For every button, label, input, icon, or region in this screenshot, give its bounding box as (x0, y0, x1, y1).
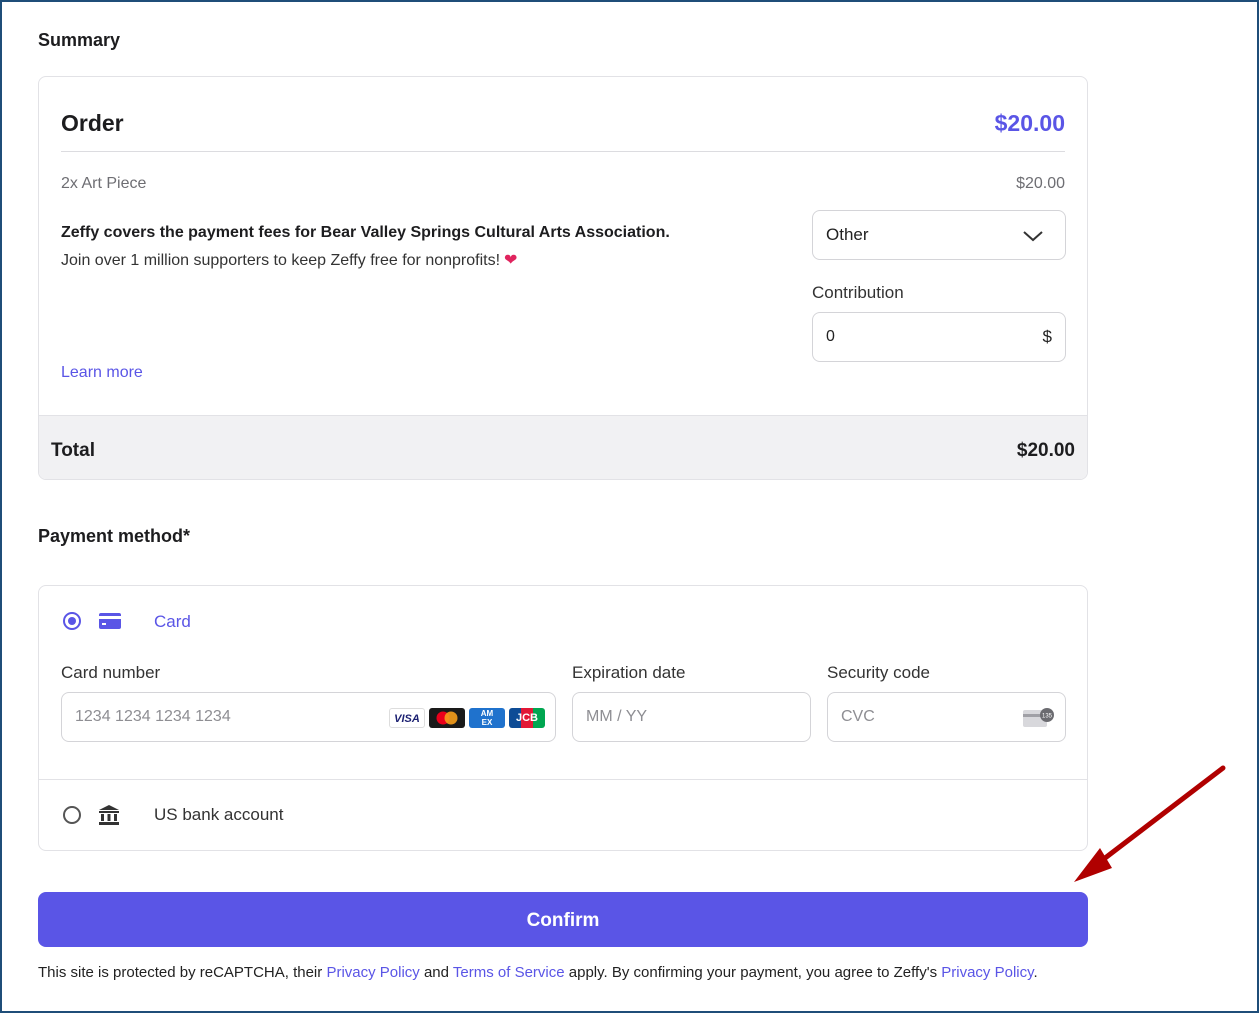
expiration-placeholder: MM / YY (586, 708, 648, 725)
line-item-price: $20.00 (1016, 175, 1065, 192)
contribution-label: Contribution (812, 283, 904, 302)
visa-icon: VISA (389, 708, 425, 728)
card-number-placeholder: 1234 1234 1234 1234 (75, 708, 231, 725)
zeffy-privacy-link[interactable]: Privacy Policy (941, 964, 1033, 981)
tip-select[interactable]: Other (812, 210, 1066, 260)
order-divider (61, 151, 1065, 152)
security-code-label: Security code (827, 663, 930, 682)
card-option-label[interactable]: Card (154, 612, 191, 632)
total-label: Total (51, 440, 95, 461)
mastercard-icon (429, 708, 465, 728)
jcb-icon: JCB (509, 708, 545, 728)
recaptcha-privacy-link[interactable]: Privacy Policy (326, 964, 419, 981)
confirm-button[interactable]: Confirm (38, 892, 1088, 947)
expiration-input[interactable]: MM / YY (572, 692, 811, 742)
contribution-input[interactable]: 0 $ (812, 312, 1066, 362)
bank-option-label[interactable]: US bank account (154, 805, 283, 825)
expiration-label: Expiration date (572, 663, 686, 682)
amex-text-bottom: EX (481, 718, 493, 727)
legal-text-3: apply. By confirming your payment, you a… (564, 964, 942, 981)
fee-coverage-text: Join over 1 million supporters to keep Z… (61, 250, 517, 270)
chevron-down-icon (1023, 231, 1043, 242)
contribution-currency: $ (1042, 327, 1052, 346)
summary-title: Summary (38, 30, 121, 50)
terms-of-service-link[interactable]: Terms of Service (453, 964, 565, 981)
security-code-placeholder: CVC (841, 708, 875, 725)
payment-method-title: Payment method* (38, 526, 191, 546)
fee-coverage-message: Join over 1 million supporters to keep Z… (61, 252, 501, 269)
payment-divider (39, 779, 1087, 780)
order-title: Order (61, 110, 124, 136)
total-row: Total $20.00 (39, 415, 1087, 479)
card-number-input[interactable]: 1234 1234 1234 1234 VISA AM EX JCB (61, 692, 556, 742)
legal-text-1: This site is protected by reCAPTCHA, the… (38, 964, 327, 981)
card-radio[interactable] (63, 612, 81, 630)
cvc-icon-number: 135 (1042, 714, 1053, 720)
legal-text-2: and (419, 964, 453, 981)
card-number-label: Card number (61, 663, 161, 682)
security-code-input[interactable]: CVC 135 (827, 692, 1066, 742)
learn-more-link[interactable]: Learn more (61, 364, 143, 382)
bank-icon (99, 805, 119, 825)
legal-notice: This site is protected by reCAPTCHA, the… (38, 959, 1098, 986)
contribution-value: 0 (826, 328, 835, 345)
bank-radio[interactable] (63, 806, 81, 824)
amex-text-top: AM (480, 709, 494, 718)
credit-card-icon (99, 613, 121, 629)
fee-coverage-heading: Zeffy covers the payment fees for Bear V… (61, 224, 670, 241)
cvc-card-icon: 135 (1023, 708, 1054, 727)
order-summary-card: Order $20.00 2x Art Piece $20.00 Zeffy c… (38, 76, 1088, 480)
amex-icon: AM EX (469, 708, 505, 728)
line-item-name: 2x Art Piece (61, 175, 147, 192)
payment-method-card: Card Card number 1234 1234 1234 1234 VIS… (38, 585, 1088, 851)
tip-select-value: Other (826, 225, 869, 244)
annotation-arrow-icon (1074, 765, 1226, 882)
order-amount: $20.00 (994, 110, 1065, 136)
heart-icon: ❤ (504, 252, 518, 269)
legal-text-4: . (1033, 964, 1038, 981)
total-amount: $20.00 (1016, 440, 1075, 461)
